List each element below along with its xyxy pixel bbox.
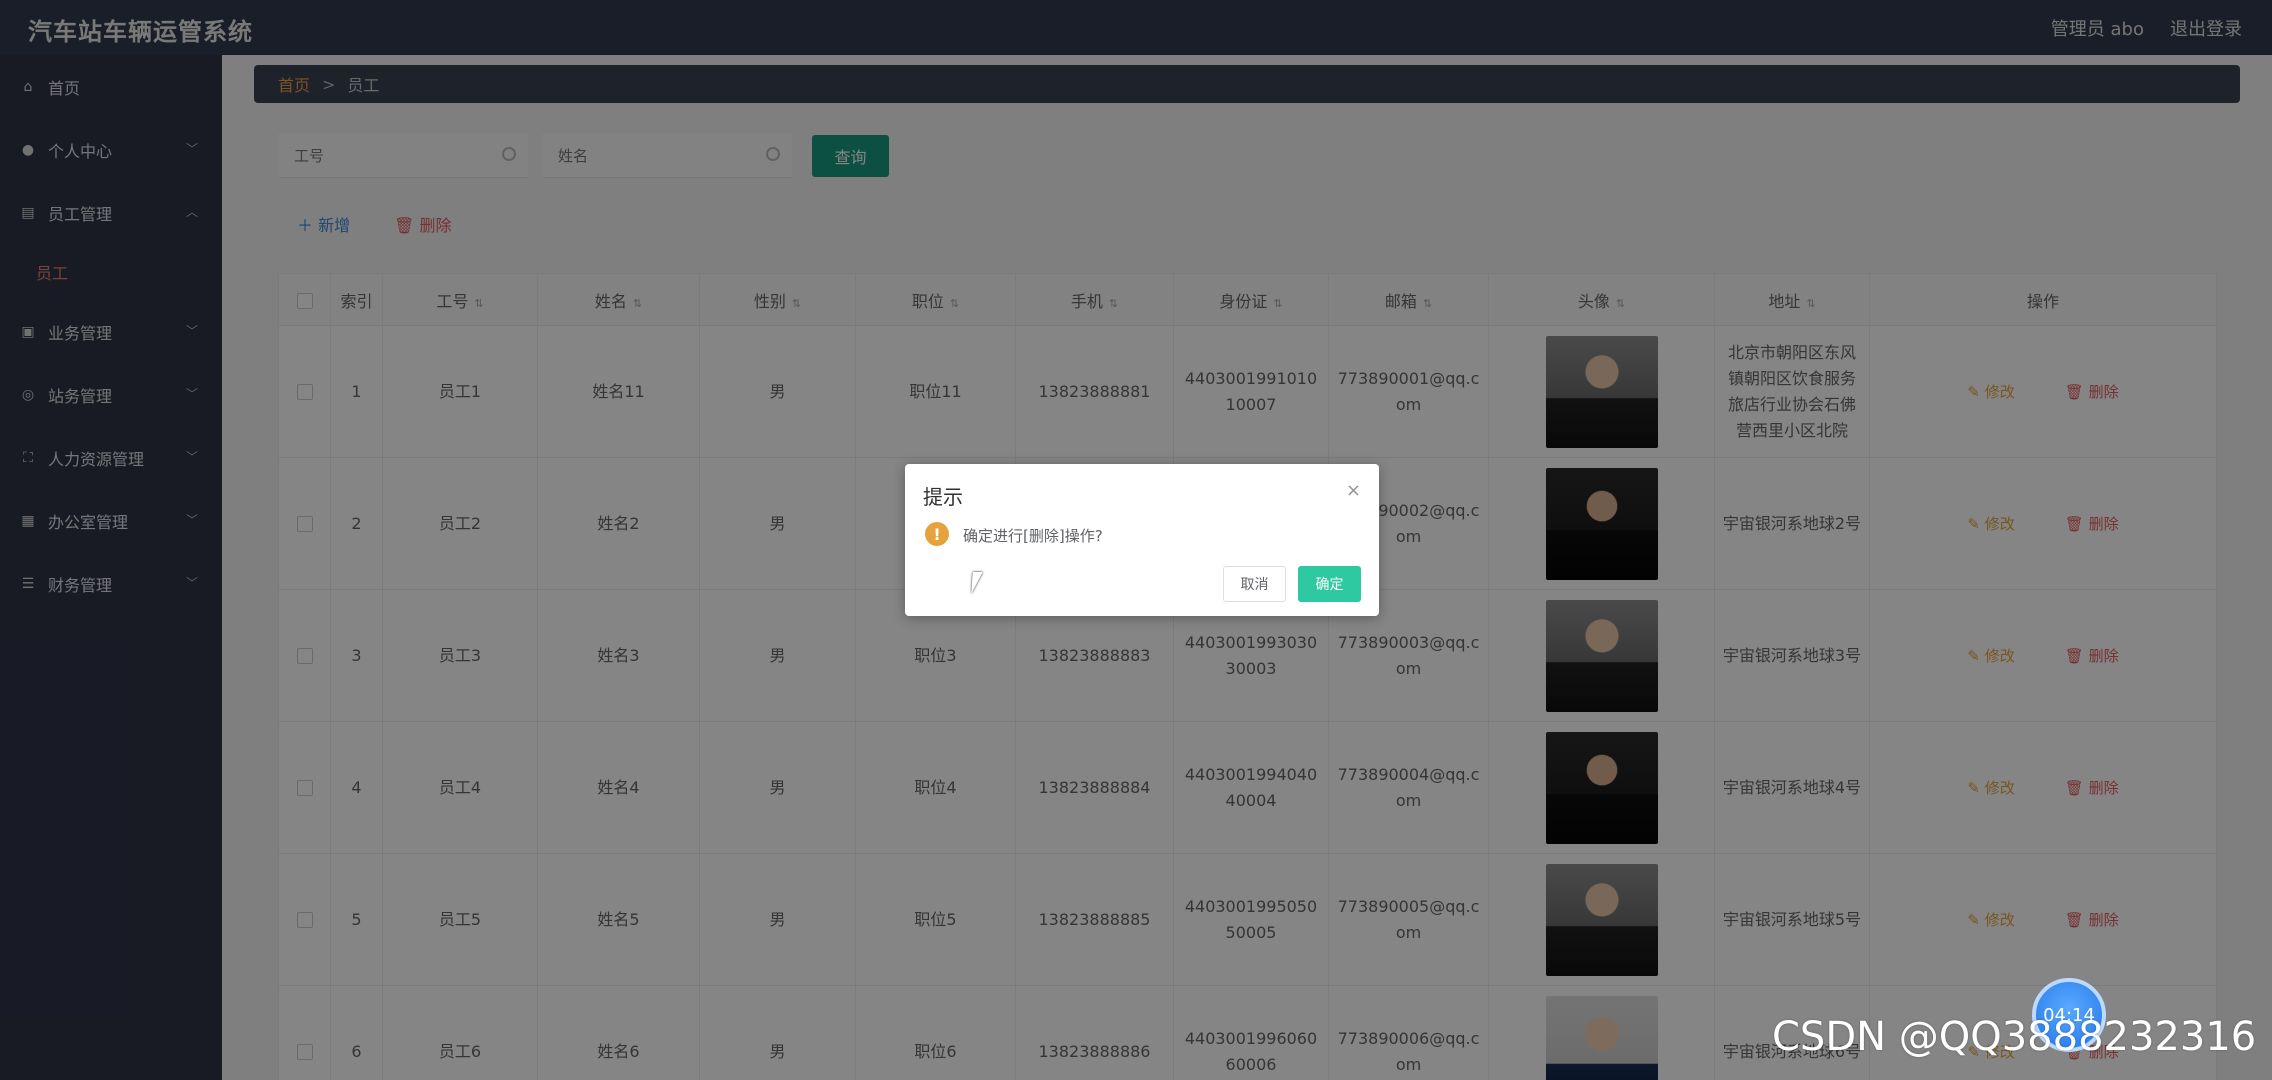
- close-icon[interactable]: ×: [1346, 480, 1361, 501]
- confirm-button[interactable]: 确定: [1298, 566, 1361, 602]
- warning-icon: !: [925, 522, 949, 546]
- cancel-button[interactable]: 取消: [1223, 566, 1286, 602]
- watermark: CSDN @QQ3888232316: [1772, 1014, 2257, 1060]
- dialog-title: 提示: [923, 485, 963, 509]
- mouse-cursor-icon: [971, 572, 983, 594]
- dialog-message: 确定进行[删除]操作?: [963, 527, 1103, 545]
